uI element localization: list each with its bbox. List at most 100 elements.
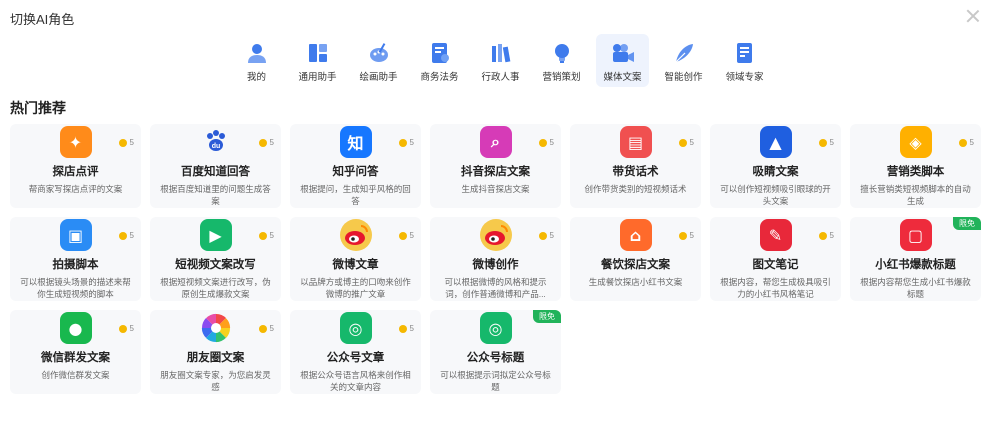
role-card[interactable]: ✦ 探店点评 帮商家写探店点评的文案 5 xyxy=(10,124,141,208)
category-tab[interactable]: 领域专家 xyxy=(718,34,771,87)
cost-value: 5 xyxy=(129,231,134,240)
card-title: 拍摄脚本 xyxy=(52,259,99,271)
cost-value: 5 xyxy=(549,138,554,147)
category-tab[interactable]: 行政人事 xyxy=(474,34,527,87)
card-description: 朋友圈文案专家，为您启发灵感 xyxy=(160,370,271,392)
note-pen-icon: ✎ xyxy=(759,219,792,251)
coin-icon xyxy=(678,138,687,147)
card-description: 根据公众号语言风格来创作相关的文章内容 xyxy=(300,370,411,392)
card-title: 餐饮探店文案 xyxy=(601,259,670,271)
cost-value: 5 xyxy=(269,138,274,147)
category-tab[interactable]: 绘画助手 xyxy=(352,34,405,87)
cost-badge: 5 xyxy=(398,138,414,147)
role-card[interactable]: ⌂ 餐饮探店文案 生成餐饮探店小红书文案 5 xyxy=(570,217,701,301)
weibo-icon xyxy=(479,219,512,251)
category-label: 领域专家 xyxy=(725,72,764,83)
cost-badge: 5 xyxy=(958,138,974,147)
role-card[interactable]: du 百度知道回答 根据百度知道里的问题生成答案 5 xyxy=(150,124,281,208)
card-title: 图文笔记 xyxy=(752,259,799,271)
card-description: 可以根据提示词拟定公众号标题 xyxy=(440,370,551,392)
category-label: 绘画助手 xyxy=(359,72,398,83)
chart-shield-icon: ▲ xyxy=(759,126,792,158)
category-label: 我的 xyxy=(246,72,266,83)
role-card[interactable]: ● 微信群发文案 创作微信群发文案 5 xyxy=(10,310,141,394)
user-icon xyxy=(244,40,270,66)
close-icon[interactable] xyxy=(965,8,981,24)
card-description: 生成抖音探店文案 xyxy=(461,184,530,194)
card-title: 带货话术 xyxy=(612,166,659,178)
role-card-grid: ✦ 探店点评 帮商家写探店点评的文案 5 du 百度知道回答 根据百度知道里的问题生成答案 5… xyxy=(10,124,981,394)
role-card[interactable]: ▤ 带货话术创作带货类别的短视频话术 5 xyxy=(570,124,701,208)
cost-badge: 5 xyxy=(678,231,694,240)
card-description: 创作带货类别的短视频话术 xyxy=(584,184,687,194)
role-card[interactable]: 微博创作 可以根据微博的风格和提示词，创作普通微博和产品... 5 xyxy=(430,217,561,301)
cost-value: 5 xyxy=(829,231,834,240)
coin-icon xyxy=(398,138,407,147)
lightbulb-icon xyxy=(549,40,575,66)
role-card[interactable]: ▲ 吸睛文案 可以创作短视频吸引眼球的开头文案 5 xyxy=(710,124,841,208)
weibo-icon xyxy=(339,219,372,251)
category-tab[interactable]: 智能创作 xyxy=(657,34,710,87)
coin-icon xyxy=(118,324,127,333)
role-card[interactable]: ▣ 拍摄脚本 可以根据镜头场景的描述来帮你生成短视频的脚本 5 xyxy=(10,217,141,301)
cost-badge: 5 xyxy=(118,231,134,240)
role-card[interactable]: 微博文章 以品牌方或博主的口吻来创作微博的推广文章 5 xyxy=(290,217,421,301)
card-title: 微信群发文案 xyxy=(41,352,110,364)
cost-badge: 5 xyxy=(398,324,414,333)
svg-text:du: du xyxy=(211,143,220,150)
card-description: 帮商家写探店点评的文案 xyxy=(28,184,123,194)
role-card[interactable]: ✎ 图文笔记根据内容，帮您生成极具吸引力的小红书风格笔记 5 xyxy=(710,217,841,301)
role-card[interactable]: ◎ 公众号文章 根据公众号语言风格来创作相关的文章内容 5 xyxy=(290,310,421,394)
category-tab[interactable]: 通用助手 xyxy=(291,34,344,87)
cost-value: 5 xyxy=(129,138,134,147)
card-description: 根据内容，帮您生成极具吸引力的小红书风格笔记 xyxy=(720,277,831,299)
role-card[interactable]: ⌕ 抖音探店文案 生成抖音探店文案 5 xyxy=(430,124,561,208)
cost-value: 5 xyxy=(549,231,554,240)
role-card[interactable]: ▶ 短视频文案改写 根据短视频文案进行改写，伪原创生成爆款文案 5 xyxy=(150,217,281,301)
card-description: 可以根据镜头场景的描述来帮你生成短视频的脚本 xyxy=(20,277,131,299)
cost-badge: 5 xyxy=(818,138,834,147)
role-card[interactable]: ◎ 公众号标题 可以根据提示词拟定公众号标题 限免 xyxy=(430,310,561,394)
card-title: 百度知道回答 xyxy=(181,166,250,178)
cost-badge: 5 xyxy=(118,324,134,333)
expert-doc-icon xyxy=(732,40,758,66)
shop-sign-icon: ▤ xyxy=(619,126,652,158)
card-title: 抖音探店文案 xyxy=(461,166,530,178)
magnifier-shop-icon: ⌕ xyxy=(479,126,512,158)
zhihu-icon: 知 xyxy=(339,126,372,158)
official-account-icon: ◎ xyxy=(339,312,372,344)
category-tab[interactable]: 营销策划 xyxy=(535,34,588,87)
cost-value: 5 xyxy=(269,231,274,240)
card-title: 营销类脚本 xyxy=(886,166,945,178)
cost-badge: 5 xyxy=(258,138,274,147)
category-tab[interactable]: 我的 xyxy=(230,34,283,87)
card-description: 生成餐饮探店小红书文案 xyxy=(588,277,683,287)
coin-icon xyxy=(118,231,127,240)
role-card[interactable]: 知知乎问答 根据提问，生成知乎风格的回答 5 xyxy=(290,124,421,208)
dialog-title: 切换AI角色 xyxy=(10,12,75,27)
card-description: 根据内容帮您生成小红书爆款标题 xyxy=(860,277,971,299)
cost-value: 5 xyxy=(689,138,694,147)
play-icon: ▶ xyxy=(199,219,232,251)
card-title: 朋友圈文案 xyxy=(186,352,245,364)
tag-icon: ◈ xyxy=(899,126,932,158)
coin-icon xyxy=(958,138,967,147)
role-card[interactable]: ▢ 小红书爆款标题 根据内容帮您生成小红书爆款标题 限免 xyxy=(850,217,981,301)
free-badge: 限免 xyxy=(533,310,561,323)
category-tab[interactable]: 商务法务 xyxy=(413,34,466,87)
category-label: 通用助手 xyxy=(298,72,337,83)
category-label: 商务法务 xyxy=(420,72,459,83)
document-user-icon xyxy=(427,40,453,66)
official-account-icon: ◎ xyxy=(479,312,512,344)
category-tab[interactable]: 媒体文案 xyxy=(596,34,649,87)
coin-icon xyxy=(258,138,267,147)
grid-layout-icon xyxy=(305,40,331,66)
role-card[interactable]: ◈ 营销类脚本 擅长营销类短视频脚本的自动生成 5 xyxy=(850,124,981,208)
coin-icon xyxy=(818,231,827,240)
role-card[interactable]: 朋友圈文案 朋友圈文案专家，为您启发灵感 5 xyxy=(150,310,281,394)
coin-icon xyxy=(818,138,827,147)
cost-value: 5 xyxy=(129,324,134,333)
free-badge: 限免 xyxy=(953,217,981,230)
cost-value: 5 xyxy=(689,231,694,240)
category-label: 行政人事 xyxy=(481,72,520,83)
